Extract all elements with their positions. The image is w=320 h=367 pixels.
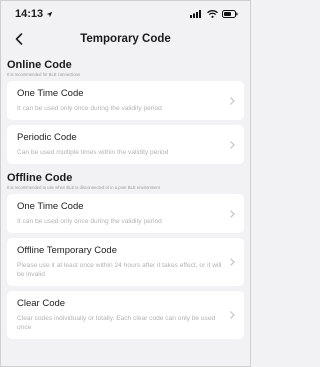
back-button[interactable] — [11, 31, 27, 47]
item-title: Clear Code — [17, 298, 66, 309]
navigation-bar: Temporary Code — [1, 27, 250, 51]
online-one-time-code-item[interactable]: One Time Code It can be used only once d… — [7, 81, 244, 120]
item-title: One Time Code — [17, 88, 84, 99]
online-code-heading: Online Code — [7, 59, 72, 71]
item-description: It can be used only once during the vali… — [17, 218, 162, 225]
chevron-right-icon — [230, 140, 235, 149]
item-description: Please use it at least once within 24 ho… — [17, 262, 222, 278]
chevron-right-icon — [230, 209, 235, 218]
status-time-group: 14:13 — [15, 8, 53, 20]
wifi-icon — [207, 10, 218, 18]
offline-code-section: Offline Code It is recommended to use wh… — [1, 172, 250, 339]
chevron-right-icon — [230, 311, 235, 319]
cellular-signal-icon — [190, 10, 201, 18]
status-time: 14:13 — [15, 8, 44, 20]
location-arrow-icon — [46, 11, 53, 17]
battery-icon — [222, 10, 238, 18]
chevron-right-icon — [230, 258, 235, 266]
item-description: Clear codes individually or totally. Eac… — [17, 315, 216, 331]
screen: 14:13 Temporary Code Online Code It is r… — [0, 0, 251, 367]
item-description: Can be used multiple times within the va… — [17, 149, 169, 156]
online-code-subtitle: It is recommended for BLE connections — [7, 72, 81, 77]
online-code-section: Online Code It is recommended for BLE co… — [1, 59, 250, 164]
page-title: Temporary Code — [80, 33, 171, 45]
item-title: One Time Code — [17, 201, 84, 212]
item-title: Offline Temporary Code — [17, 245, 117, 256]
offline-code-subtitle: It is recommended to use when BLE is dis… — [7, 185, 160, 190]
offline-temporary-code-item[interactable]: Offline Temporary Code Please use it at … — [7, 238, 244, 286]
item-description: It can be used only once during the vali… — [17, 105, 162, 112]
online-periodic-code-item[interactable]: Periodic Code Can be used multiple times… — [7, 125, 244, 164]
status-bar: 14:13 — [1, 1, 250, 27]
offline-one-time-code-item[interactable]: One Time Code It can be used only once d… — [7, 194, 244, 233]
chevron-right-icon — [230, 96, 235, 105]
chevron-left-icon — [15, 33, 23, 45]
clear-code-item[interactable]: Clear Code Clear codes individually or t… — [7, 291, 244, 339]
system-icons — [190, 10, 238, 18]
item-title: Periodic Code — [17, 132, 77, 143]
offline-code-heading: Offline Code — [7, 172, 73, 184]
